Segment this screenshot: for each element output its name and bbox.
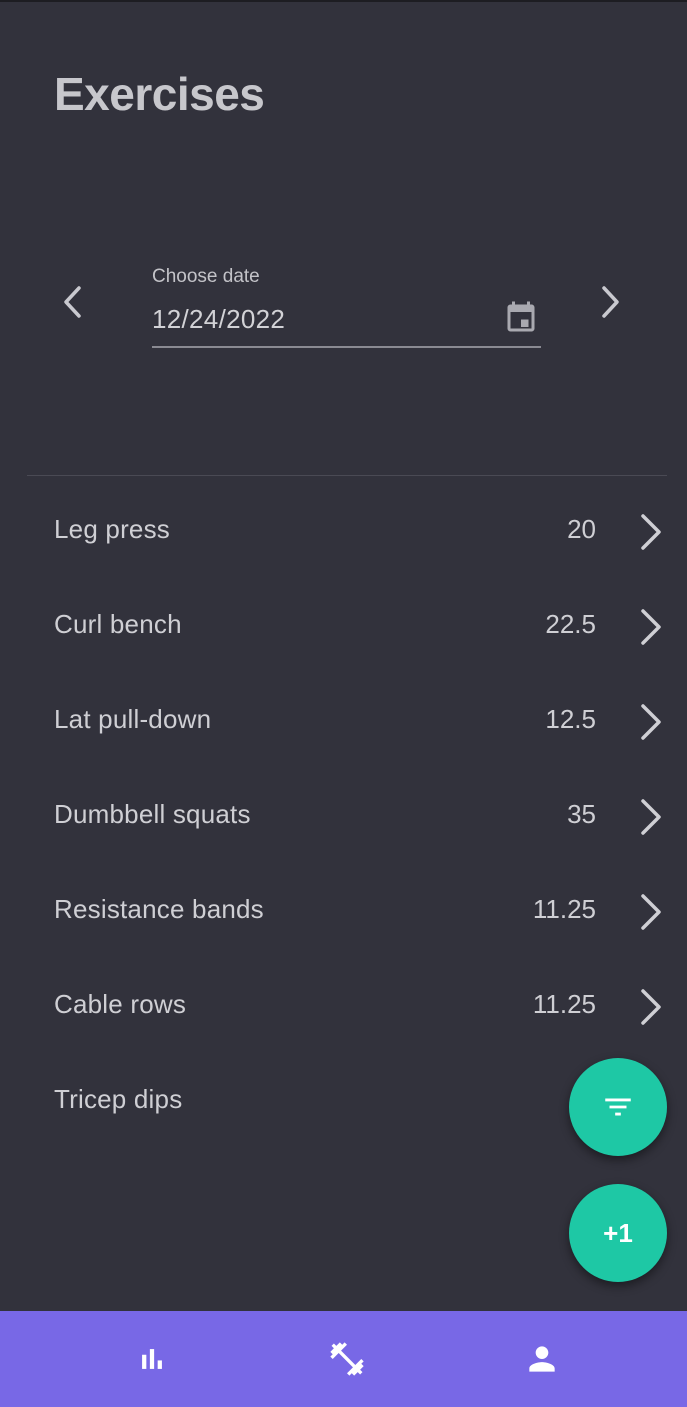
chevron-right-icon xyxy=(641,989,661,1025)
exercise-row[interactable]: Leg press 20 xyxy=(0,485,687,580)
add-one-button[interactable]: +1 xyxy=(569,1184,667,1282)
exercise-name: Cable rows xyxy=(54,989,187,1019)
filter-icon xyxy=(605,1098,631,1116)
person-icon xyxy=(529,1346,555,1372)
date-input[interactable]: Choose date 12/24/2022 xyxy=(152,266,541,348)
exercise-weight: 22.5 xyxy=(545,609,596,639)
date-input-label: Choose date xyxy=(152,266,260,287)
filter-button[interactable] xyxy=(569,1058,667,1156)
chevron-right-icon xyxy=(641,704,661,740)
bar-chart-icon xyxy=(142,1349,162,1369)
exercise-weight: 12.5 xyxy=(545,704,596,734)
chevron-right-icon xyxy=(602,286,619,318)
page-title: Exercises xyxy=(54,68,265,120)
exercise-name: Dumbbell squats xyxy=(54,799,251,829)
top-edge xyxy=(0,0,687,2)
exercise-name: Lat pull-down xyxy=(54,704,212,734)
dumbbell-icon xyxy=(330,1342,364,1376)
exercise-name: Tricep dips xyxy=(54,1084,183,1114)
exercise-row[interactable]: Lat pull-down 12.5 xyxy=(0,675,687,770)
exercise-list: Leg press 20 Curl bench 22.5 Lat pull-do… xyxy=(0,485,687,1150)
exercise-row[interactable]: Resistance bands 11.25 xyxy=(0,865,687,960)
exercise-name: Leg press xyxy=(54,514,170,544)
exercise-name: Curl bench xyxy=(54,609,182,639)
tab-profile[interactable] xyxy=(482,1311,602,1407)
chevron-right-icon xyxy=(641,894,661,930)
exercise-weight: 11.25 xyxy=(532,894,596,924)
chevron-right-icon xyxy=(641,609,661,645)
exercise-row[interactable]: Dumbbell squats 35 xyxy=(0,770,687,865)
exercise-weight: 35 xyxy=(567,799,596,829)
next-date-button[interactable] xyxy=(589,280,633,324)
previous-date-button[interactable] xyxy=(50,280,94,324)
exercise-row[interactable]: Cable rows 11.25 xyxy=(0,960,687,1055)
chevron-right-icon xyxy=(641,514,661,550)
add-one-label: +1 xyxy=(603,1217,633,1248)
chevron-left-icon xyxy=(64,286,81,318)
list-divider xyxy=(27,475,667,476)
chevron-right-icon xyxy=(641,799,661,835)
tab-statistics[interactable] xyxy=(92,1311,212,1407)
date-selector: Choose date 12/24/2022 xyxy=(0,250,687,360)
bottom-navigation xyxy=(0,1311,687,1407)
date-input-value[interactable]: 12/24/2022 xyxy=(152,304,285,335)
tab-workouts[interactable] xyxy=(287,1311,407,1407)
exercise-weight: 20 xyxy=(567,514,596,544)
exercise-weight: 11.25 xyxy=(532,989,596,1019)
calendar-icon[interactable] xyxy=(503,300,539,336)
exercise-name: Resistance bands xyxy=(54,894,264,924)
exercise-row[interactable]: Curl bench 22.5 xyxy=(0,580,687,675)
